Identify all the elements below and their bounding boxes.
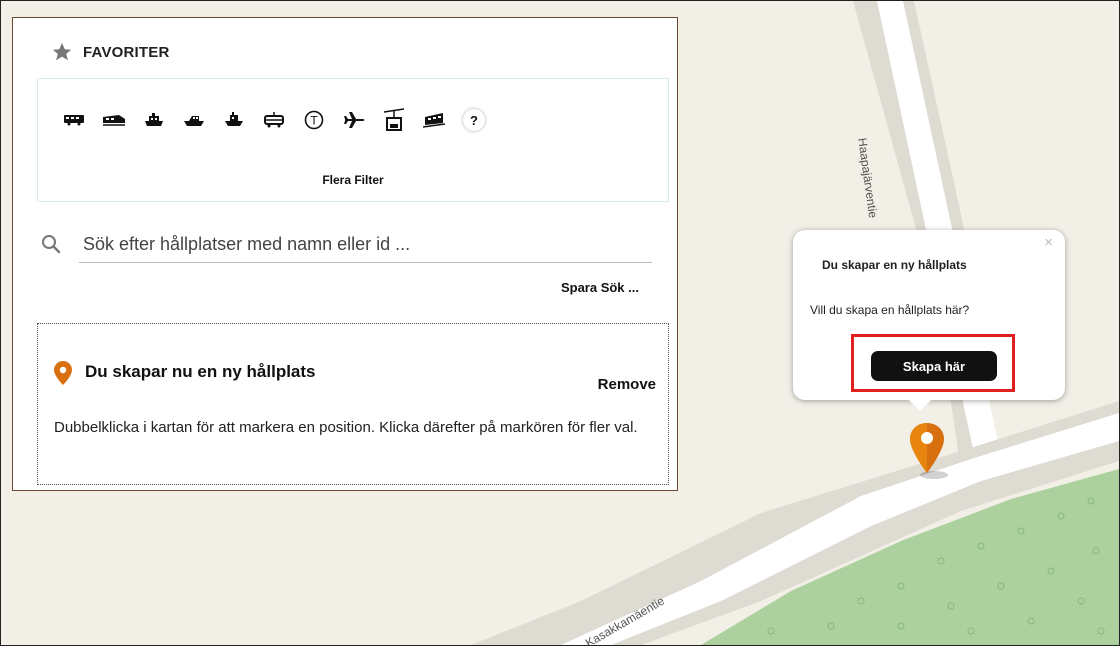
app-frame: Haapajärventie Kasakkamäentie FAVORITER — [0, 0, 1120, 646]
popup-question: Vill du skapa en hållplats här? — [810, 303, 970, 317]
favorites-title: FAVORITER — [83, 43, 170, 61]
close-icon[interactable]: × — [1044, 234, 1053, 251]
subway-letter: T — [310, 114, 318, 128]
create-here-button[interactable]: Skapa här — [871, 351, 997, 381]
ferry-icon[interactable] — [178, 107, 210, 133]
remove-button[interactable]: Remove — [598, 376, 656, 393]
popup-tip — [909, 400, 931, 411]
search-icon — [42, 235, 61, 254]
stop-search-panel: FAVORITER T ? Flera Filter Sök efter hål… — [12, 17, 678, 491]
funicular-icon[interactable] — [418, 107, 450, 133]
transport-filter-icons: T ? — [58, 107, 498, 133]
tram-icon[interactable] — [258, 107, 290, 133]
star-icon — [52, 42, 72, 61]
save-search-link[interactable]: Spara Sök ... — [561, 280, 639, 295]
bus-icon[interactable] — [58, 107, 90, 133]
map-marker-icon[interactable] — [907, 421, 951, 481]
location-pin-icon — [54, 361, 72, 385]
popup-title: Du skapar en ny hållplats — [822, 258, 967, 272]
cable-car-icon[interactable] — [378, 107, 410, 133]
help-filter-button[interactable]: ? — [458, 107, 490, 133]
new-stop-heading: Du skapar nu en ny hållplats — [85, 362, 316, 381]
ship-icon[interactable] — [138, 107, 170, 133]
new-stop-description: Dubbelklicka i kartan för att markera en… — [54, 419, 638, 436]
highlight-box: Skapa här — [851, 334, 1015, 392]
train-icon[interactable] — [98, 107, 130, 133]
boat-icon[interactable] — [218, 107, 250, 133]
transport-filter-box: T ? Flera Filter — [37, 78, 669, 202]
help-icon: ? — [463, 109, 485, 131]
favorites-header[interactable]: FAVORITER — [51, 41, 170, 63]
airplane-icon[interactable] — [338, 107, 370, 133]
stop-search-input[interactable] — [79, 227, 652, 263]
new-stop-notice: Du skapar nu en ny hållplats Remove Dubb… — [37, 323, 669, 485]
create-stop-popup: × Du skapar en ny hållplats Vill du skap… — [793, 230, 1065, 411]
more-filters-link[interactable]: Flera Filter — [38, 173, 668, 187]
subway-icon[interactable]: T — [298, 107, 330, 133]
